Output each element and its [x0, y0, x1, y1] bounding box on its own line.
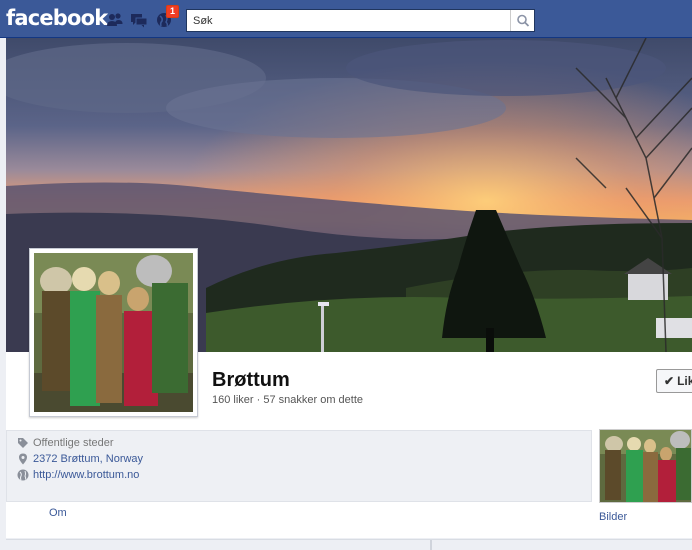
search-button[interactable]: [510, 10, 534, 31]
address-link[interactable]: 2372 Brøttum, Norway: [33, 453, 143, 465]
tab-photos[interactable]: Bilder: [599, 511, 627, 523]
search-input[interactable]: [187, 10, 511, 31]
like-button[interactable]: ✔ Lik: [656, 369, 692, 393]
checkmark-icon: ✔: [664, 374, 675, 388]
location-pin-icon: [17, 453, 29, 465]
search-box: [186, 9, 535, 32]
timeline-divider: [430, 540, 432, 550]
messages-icon[interactable]: [130, 12, 148, 28]
facebook-page: facebook 1 Søk Brøttum 160 liker · 57 sn…: [0, 0, 692, 550]
tag-icon: [17, 437, 29, 449]
page-stats: 160 liker · 57 snakker om dette: [212, 394, 364, 406]
facebook-logo[interactable]: facebook: [6, 6, 108, 30]
top-navigation-bar: facebook 1: [0, 0, 692, 38]
page-title[interactable]: Brøttum: [212, 369, 290, 392]
like-button-label: Lik: [677, 374, 692, 388]
website-link[interactable]: http://www.brottum.no: [33, 469, 139, 481]
profile-picture[interactable]: [29, 248, 198, 417]
timeline-start: [6, 539, 692, 550]
category-label: Offentlige steder: [33, 437, 114, 449]
address-item[interactable]: 2372 Brøttum, Norway: [19, 452, 143, 466]
notification-count-badge: 1: [166, 5, 180, 18]
search-magnifier-icon: [517, 14, 530, 27]
friend-requests-icon[interactable]: [106, 12, 124, 28]
website-item[interactable]: http://www.brottum.no: [17, 468, 139, 482]
globe-icon: [17, 469, 29, 481]
photos-thumbnail[interactable]: [599, 429, 692, 503]
tab-about[interactable]: Om: [49, 507, 67, 519]
category-item: Offentlige steder: [18, 436, 114, 450]
about-box: Offentlige steder 2372 Brøttum, Norway h…: [6, 430, 592, 502]
